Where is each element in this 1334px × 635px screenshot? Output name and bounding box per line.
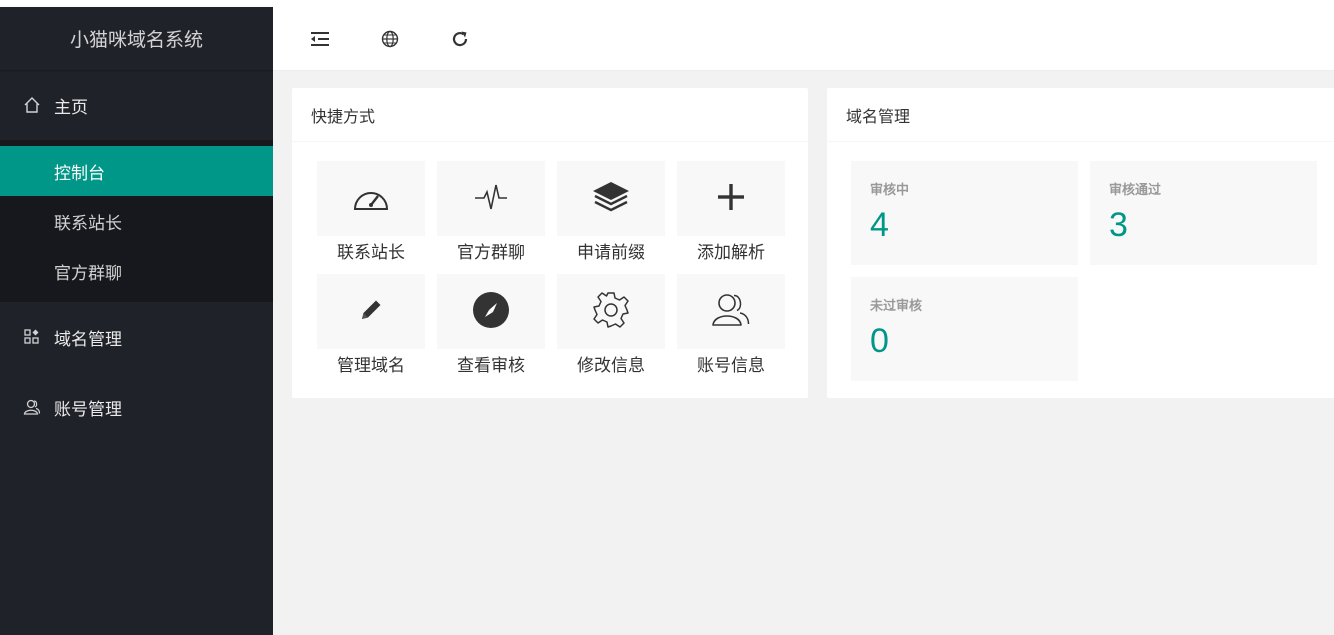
apps-icon <box>22 327 42 347</box>
nav-domain-label: 域名管理 <box>54 329 122 350</box>
shortcut-official-group[interactable]: 官方群聊 <box>437 161 545 268</box>
stat-approved[interactable]: 审核通过 3 <box>1090 161 1317 265</box>
domain-management-card: 域名管理 审核中 4 审核通过 3 未过审核 0 <box>827 88 1334 398</box>
dashboard-gauge-icon <box>351 181 391 217</box>
nav-item-official-group[interactable]: 官方群聊 <box>0 246 273 296</box>
nav-domain-management[interactable]: 域名管理 <box>0 302 273 372</box>
nav-home[interactable]: 主页 <box>0 70 273 140</box>
shortcut-apply-prefix[interactable]: 申请前缀 <box>557 161 665 268</box>
gear-icon <box>591 290 631 334</box>
shortcut-card: 快捷方式 联系站长 官方群聊 申请前缀 添加解析 管理域名 查看审核 修改信息 … <box>292 88 808 398</box>
nav-home-submenu: 控制台 联系站长 官方群聊 <box>0 140 273 302</box>
nav-account-management[interactable]: 账号管理 <box>0 372 273 442</box>
home-icon <box>22 95 42 115</box>
shortcut-account-info[interactable]: 账号信息 <box>677 274 785 381</box>
heartbeat-icon <box>473 179 509 219</box>
domain-management-card-title: 域名管理 <box>827 88 1334 142</box>
shortcut-view-review[interactable]: 查看审核 <box>437 274 545 381</box>
users-icon <box>711 291 751 333</box>
shortcut-grid: 联系站长 官方群聊 申请前缀 添加解析 管理域名 查看审核 修改信息 账号信息 <box>317 161 808 381</box>
domain-stats-grid: 审核中 4 审核通过 3 未过审核 0 <box>827 142 1334 381</box>
nav-item-console[interactable]: 控制台 <box>0 146 273 196</box>
layers-icon <box>591 179 631 219</box>
pencil-icon <box>357 296 385 328</box>
globe-icon[interactable] <box>379 28 401 50</box>
plus-icon <box>716 182 746 216</box>
stat-pending-review[interactable]: 审核中 4 <box>851 161 1078 265</box>
stat-rejected[interactable]: 未过审核 0 <box>851 277 1078 381</box>
top-toolbar <box>273 7 1334 71</box>
nav-home-label: 主页 <box>54 97 88 118</box>
shortcut-add-dns-record[interactable]: 添加解析 <box>677 161 785 268</box>
sidebar: 小猫咪域名系统 主页 控制台 联系站长 官方群聊 域名管理 账号管理 <box>0 7 273 635</box>
main-content: 快捷方式 联系站长 官方群聊 申请前缀 添加解析 管理域名 查看审核 修改信息 … <box>273 71 1334 635</box>
refresh-icon[interactable] <box>449 28 471 50</box>
shortcut-contact-admin[interactable]: 联系站长 <box>317 161 425 268</box>
app-logo-title[interactable]: 小猫咪域名系统 <box>0 7 273 70</box>
nav-account-label: 账号管理 <box>54 399 122 420</box>
shortcut-manage-domains[interactable]: 管理域名 <box>317 274 425 381</box>
shortcut-edit-info[interactable]: 修改信息 <box>557 274 665 381</box>
compass-icon <box>471 290 511 334</box>
menu-fold-icon[interactable] <box>309 28 331 50</box>
shortcut-card-title: 快捷方式 <box>292 88 808 142</box>
shortcut-grid-wrap: 联系站长 官方群聊 申请前缀 添加解析 管理域名 查看审核 修改信息 账号信息 <box>317 161 808 381</box>
user-icon <box>22 397 42 417</box>
nav-item-contact-admin[interactable]: 联系站长 <box>0 196 273 246</box>
